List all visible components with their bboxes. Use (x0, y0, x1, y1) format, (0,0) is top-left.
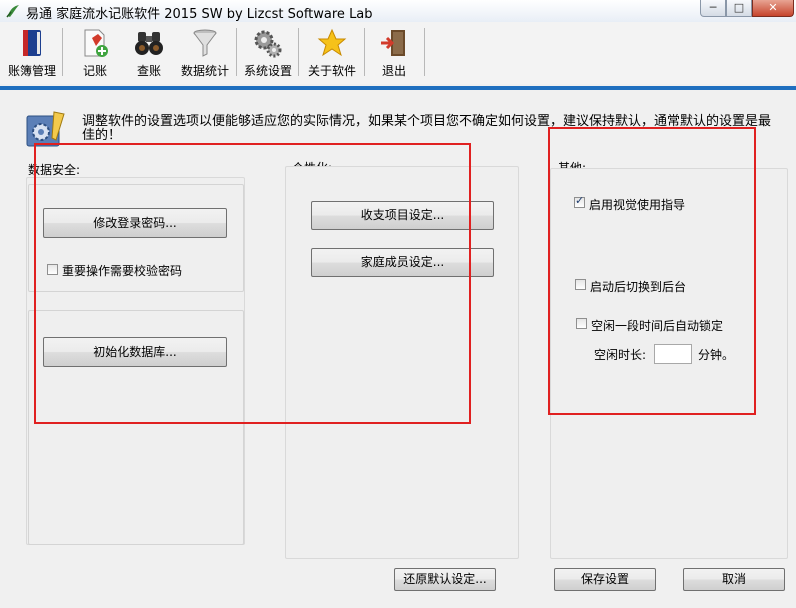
toolbar-separator (424, 28, 425, 76)
toolbar-label: 查账 (136, 64, 161, 78)
toolbar-separator (364, 28, 365, 76)
toolbar-settings-button[interactable]: 系统设置 (240, 22, 296, 82)
app-icon (6, 5, 19, 18)
save-button[interactable]: 保存设置 (554, 568, 656, 591)
window-title: 易通 家庭流水记账软件 2015 SW by Lizcst Software L… (26, 7, 373, 22)
toolbar-exit-button[interactable]: 退出 (370, 22, 418, 82)
exit-door-icon (381, 30, 405, 56)
star-icon (317, 28, 347, 57)
toolbar-label: 关于软件 (307, 64, 356, 78)
minimize-button[interactable]: ─ (700, 0, 726, 17)
toolbar-separator (298, 28, 299, 76)
document-add-icon (84, 29, 108, 57)
minimize-icon: ─ (709, 1, 717, 14)
toolbar-record-button[interactable]: 记账 (70, 22, 120, 82)
toolbar-label: 账簿管理 (7, 64, 56, 78)
binoculars-icon (135, 32, 163, 55)
toolbar-statistics-button[interactable]: 数据统计 (178, 22, 232, 82)
close-button[interactable]: ✕ (752, 0, 794, 17)
cancel-button[interactable]: 取消 (683, 568, 785, 591)
highlight-box-right (548, 127, 756, 415)
close-icon: ✕ (768, 1, 778, 14)
maximize-button[interactable]: □ (726, 0, 752, 17)
toolbar-label: 退出 (381, 64, 406, 78)
title-bar: 易通 家庭流水记账软件 2015 SW by Lizcst Software L… (0, 0, 796, 22)
toolbar-ledger-button[interactable]: 账簿管理 (4, 22, 60, 82)
maximize-icon: □ (733, 1, 745, 14)
toolbar-query-button[interactable]: 查账 (124, 22, 174, 82)
toolbar-about-button[interactable]: 关于软件 (304, 22, 360, 82)
ledger-book-icon (23, 30, 41, 56)
restore-defaults-button[interactable]: 还原默认设定... (394, 568, 496, 591)
toolbar: 账簿管理 记账 查账 数据统计 系统设置 关于软件 退出 (0, 22, 796, 84)
funnel-icon (193, 29, 217, 57)
toolbar-label: 系统设置 (243, 64, 292, 78)
toolbar-label: 记账 (82, 64, 107, 78)
toolbar-label: 数据统计 (180, 64, 229, 78)
toolbar-separator (236, 28, 237, 76)
button-label: 取消 (721, 572, 746, 586)
button-label: 保存设置 (580, 572, 629, 586)
gears-icon (254, 30, 282, 58)
highlight-box-left (34, 143, 471, 424)
toolbar-divider (0, 86, 796, 90)
button-label: 还原默认设定... (403, 572, 487, 586)
toolbar-separator (62, 28, 63, 76)
